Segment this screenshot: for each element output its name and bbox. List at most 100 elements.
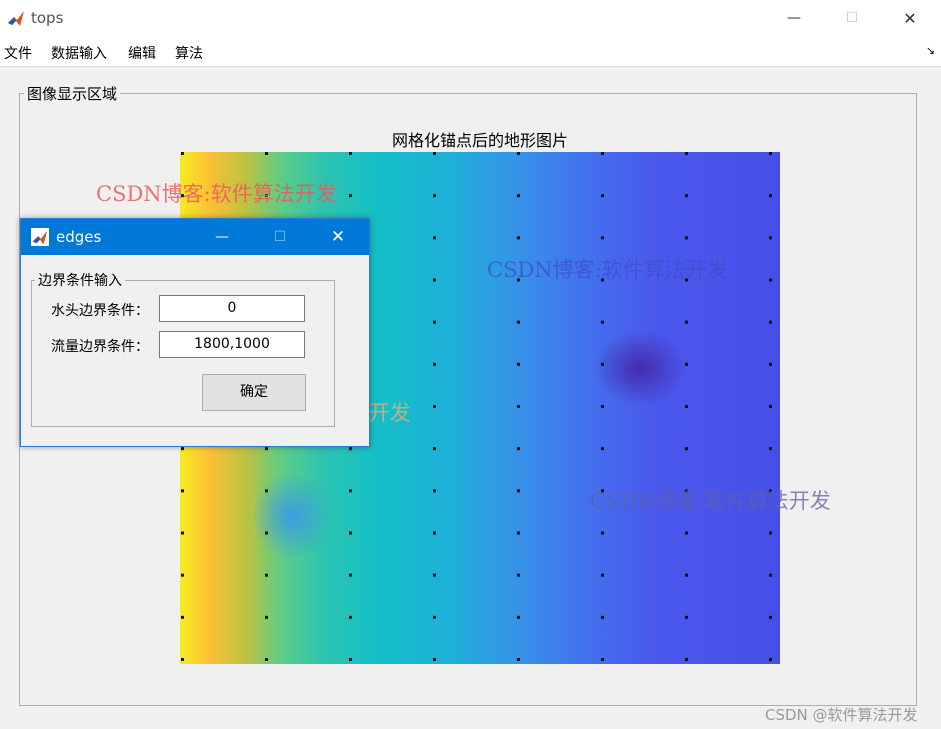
anchor-point (769, 658, 772, 661)
anchor-point (769, 362, 772, 366)
anchor-point (349, 194, 352, 198)
menu-file[interactable]: 文件 (4, 43, 32, 63)
anchor-point (349, 152, 352, 155)
head-boundary-input[interactable]: 0 (159, 295, 305, 322)
anchor-point (685, 573, 688, 577)
anchor-point (433, 320, 436, 324)
panel-title: 图像显示区域 (24, 83, 121, 104)
anchor-point (769, 573, 772, 577)
anchor-point (685, 362, 688, 366)
head-boundary-label: 水头边界条件： (51, 303, 149, 319)
anchor-point (265, 658, 268, 661)
close-button[interactable]: ✕ (887, 0, 933, 37)
anchor-point (517, 615, 520, 619)
anchor-point (181, 531, 184, 535)
anchor-point (601, 615, 604, 619)
anchor-point (349, 658, 352, 661)
anchor-point (181, 152, 184, 155)
anchor-point (433, 489, 436, 493)
maximize-button[interactable]: ☐ (829, 0, 875, 37)
dialog-close-button[interactable]: ✕ (315, 219, 361, 255)
watermark-text: CSDN博客:软件算法开发 (590, 489, 831, 513)
anchor-point (181, 489, 184, 493)
title-bar: tops — ☐ ✕ (0, 0, 941, 37)
dialog-maximize-button[interactable]: ☐ (257, 219, 303, 255)
menu-algorithm[interactable]: 算法 (175, 43, 203, 63)
flow-boundary-label: 流量边界条件： (51, 339, 149, 355)
anchor-point (517, 573, 520, 577)
anchor-point (181, 615, 184, 619)
matlab-icon (6, 8, 26, 28)
anchor-point (265, 152, 268, 155)
menu-bar: 文件 数据输入 编辑 算法 ↘ (0, 37, 941, 67)
anchor-point (181, 447, 184, 451)
anchor-point (769, 615, 772, 619)
confirm-button[interactable]: 确定 (202, 374, 306, 411)
anchor-point (769, 447, 772, 451)
anchor-point (265, 489, 268, 493)
anchor-point (349, 489, 352, 493)
anchor-point (769, 152, 772, 155)
anchor-point (601, 573, 604, 577)
anchor-point (769, 236, 772, 240)
dialog-minimize-button[interactable]: — (199, 219, 245, 255)
anchor-point (265, 447, 268, 451)
anchor-point (349, 615, 352, 619)
anchor-point (601, 320, 604, 324)
watermark-text: CSDN博客:软件算法开发 (487, 258, 728, 282)
anchor-point (433, 405, 436, 408)
plot-title: 网格化锚点后的地形图片 (391, 131, 568, 150)
anchor-point (601, 447, 604, 451)
anchor-point (601, 531, 604, 535)
anchor-point (433, 194, 436, 198)
anchor-point (769, 194, 772, 198)
anchor-point (433, 362, 436, 366)
anchor-point (601, 405, 604, 408)
anchor-point (685, 236, 688, 240)
anchor-point (433, 658, 436, 661)
anchor-point (769, 320, 772, 324)
group-title: 边界条件输入 (35, 270, 125, 290)
matlab-icon (31, 228, 49, 246)
footer-watermark: CSDN @软件算法开发 (765, 706, 918, 724)
anchor-point (517, 447, 520, 451)
anchor-point (433, 278, 436, 282)
anchor-point (433, 531, 436, 535)
anchor-point (517, 658, 520, 661)
dialog-title: edges (56, 228, 102, 246)
anchor-point (685, 615, 688, 619)
menu-data-input[interactable]: 数据输入 (51, 43, 107, 63)
anchor-point (265, 615, 268, 619)
flow-boundary-input[interactable]: 1800,1000 (159, 331, 305, 358)
anchor-point (433, 236, 436, 240)
anchor-point (601, 658, 604, 661)
menu-edit[interactable]: 编辑 (128, 43, 156, 63)
anchor-point (517, 405, 520, 408)
anchor-point (517, 152, 520, 155)
anchor-point (433, 447, 436, 451)
toolbar-toggle-icon[interactable]: ↘ (926, 44, 935, 57)
anchor-point (769, 531, 772, 535)
anchor-point (517, 320, 520, 324)
anchor-point (685, 531, 688, 535)
window-title: tops (31, 9, 64, 27)
anchor-point (349, 531, 352, 535)
anchor-point (601, 236, 604, 240)
anchor-point (601, 194, 604, 198)
anchor-point (685, 447, 688, 451)
anchor-point (769, 278, 772, 282)
anchor-point (433, 615, 436, 619)
anchor-point (265, 573, 268, 577)
dialog-title-bar: edges — ☐ ✕ (21, 219, 369, 255)
anchor-point (685, 194, 688, 198)
anchor-point (433, 573, 436, 577)
anchor-point (265, 531, 268, 535)
anchor-point (601, 152, 604, 155)
anchor-point (517, 362, 520, 366)
edges-dialog: edges — ☐ ✕ 边界条件输入 水头边界条件： 0 流量边界条件： 180… (20, 218, 370, 447)
anchor-point (685, 152, 688, 155)
minimize-button[interactable]: — (771, 0, 817, 37)
anchor-point (433, 152, 436, 155)
anchor-point (769, 405, 772, 408)
anchor-point (181, 573, 184, 577)
